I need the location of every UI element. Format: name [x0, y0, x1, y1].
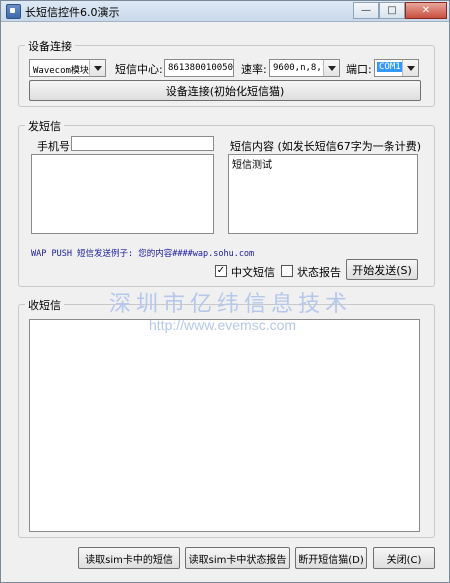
title-bar[interactable]: 长短信控件6.0演示 — □ ✕ — [1, 1, 449, 22]
chinese-sms-label[interactable]: 中文短信 — [231, 264, 275, 280]
smsc-value: 8613800100500 — [168, 63, 234, 73]
send-group-title: 发短信 — [25, 118, 64, 134]
smsc-field[interactable]: 8613800100500 — [164, 59, 234, 77]
sms-content-textarea[interactable]: 短信测试 — [228, 154, 418, 234]
chevron-down-icon[interactable] — [89, 60, 105, 76]
minimize-button[interactable]: — — [353, 2, 379, 19]
smsc-label: 短信中心: — [115, 63, 163, 76]
status-report-label[interactable]: 状态报告 — [297, 264, 341, 280]
content-label: 短信内容 (如发长短信67字为一条计费) — [230, 140, 422, 153]
read-sim-sms-button[interactable]: 读取sim卡中的短信 — [78, 547, 180, 569]
port-select-value: COM1 — [377, 62, 403, 72]
connect-device-button[interactable]: 设备连接(初始化短信猫) — [29, 80, 421, 101]
phone-list[interactable] — [31, 154, 214, 234]
disconnect-modem-button[interactable]: 断开短信猫(D) — [295, 547, 367, 569]
receive-group-title: 收短信 — [25, 297, 64, 313]
maximize-button[interactable]: □ — [379, 2, 405, 19]
status-report-checkbox[interactable] — [281, 265, 293, 277]
rate-select-value: 9600,n,8,1 — [273, 63, 328, 73]
sms-content-value: 短信测试 — [232, 160, 272, 171]
send-button[interactable]: 开始发送(S) — [346, 259, 418, 280]
port-label: 端口: — [346, 63, 372, 76]
module-select[interactable]: Wavecom模块 — [29, 59, 106, 77]
window-title: 长短信控件6.0演示 — [25, 6, 120, 19]
chevron-down-icon[interactable] — [402, 60, 418, 76]
rate-label: 速率: — [241, 63, 267, 76]
close-window-button[interactable]: ✕ — [405, 2, 447, 19]
window-controls: — □ ✕ — [353, 2, 447, 19]
device-group-title: 设备连接 — [25, 38, 75, 54]
chevron-down-icon[interactable] — [323, 60, 339, 76]
received-sms-list[interactable] — [29, 319, 420, 532]
app-window: 长短信控件6.0演示 — □ ✕ 设备连接 Wavecom模块 短信中心: 86… — [0, 0, 450, 583]
app-icon — [6, 4, 21, 19]
close-button[interactable]: 关闭(C) — [373, 547, 435, 569]
wap-push-hint: WAP PUSH 短信发送例子: 您的内容####wap.sohu.com — [31, 249, 255, 259]
chinese-sms-checkbox[interactable]: ✓ — [215, 265, 227, 277]
read-sim-status-button[interactable]: 读取sim卡中状态报告 — [185, 547, 290, 569]
watermark-url: http://www.evemsc.com — [149, 317, 297, 333]
rate-select[interactable]: 9600,n,8,1 — [269, 59, 340, 77]
watermark-company: 深圳市亿纬信息技术 — [109, 292, 353, 317]
phone-input[interactable] — [71, 136, 214, 151]
phone-label: 手机号 — [37, 140, 70, 153]
module-select-value: Wavecom模块 — [33, 66, 89, 76]
port-select[interactable]: COM1 — [374, 59, 419, 77]
